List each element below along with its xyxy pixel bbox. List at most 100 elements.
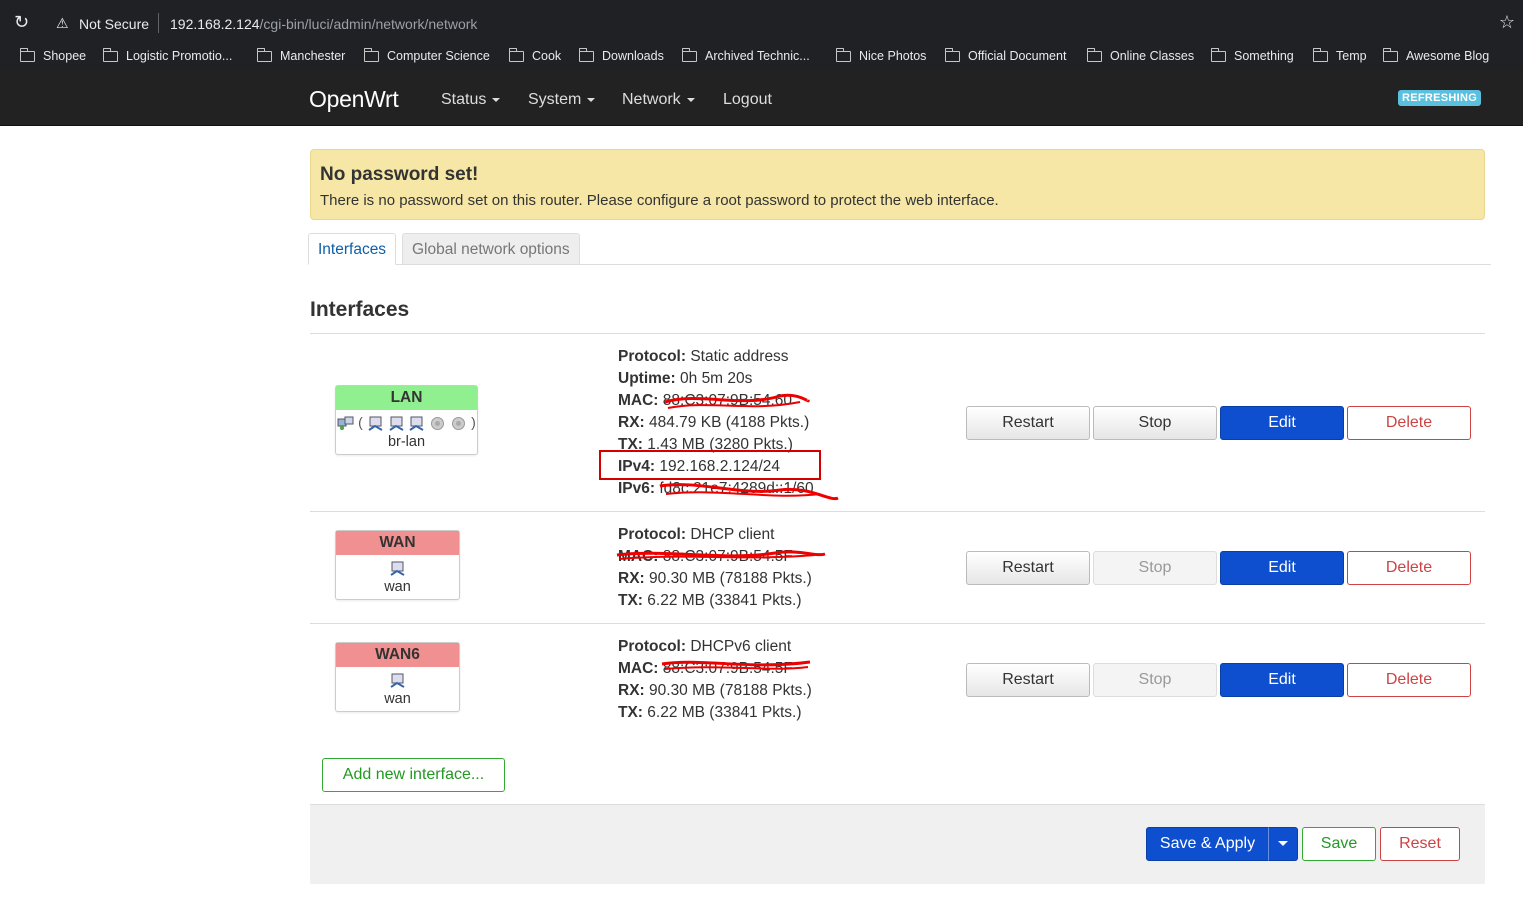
divider — [310, 623, 1485, 624]
bookmark-item[interactable]: Awesome Blog — [1382, 47, 1490, 63]
interface-info-wan6: Protocol: DHCPv6 client MAC: 88:C3:07:9B… — [618, 636, 812, 724]
bookmark-label: Manchester — [280, 49, 346, 63]
wireless-disabled-icon — [431, 416, 445, 430]
info-value: DHCPv6 client — [690, 638, 792, 655]
interface-name: WAN — [336, 531, 459, 555]
bookmark-label: Temp — [1336, 49, 1367, 63]
url-host: 192.168.2.124 — [170, 16, 260, 32]
bookmark-item[interactable]: Logistic Promotio... — [102, 47, 232, 63]
nav-label: Status — [441, 91, 487, 108]
edit-button[interactable]: Edit — [1220, 663, 1344, 697]
info-value: 88:C3:07:9B:54:5F — [662, 660, 793, 677]
refreshing-badge[interactable]: REFRESHING — [1398, 90, 1482, 106]
section-title: Interfaces — [310, 298, 410, 321]
save-button[interactable]: Save — [1302, 827, 1376, 861]
nav-logout[interactable]: Logout — [723, 91, 772, 109]
bookmark-item[interactable]: Cook — [508, 47, 562, 63]
browser-address-bar[interactable]: ↻ ⚠ Not Secure 192.168.2.124/cgi-bin/luc… — [0, 0, 1523, 44]
bridge-icon — [337, 416, 354, 430]
tab-interfaces[interactable]: Interfaces — [308, 233, 397, 265]
bookmark-item[interactable]: Archived Technic... — [681, 47, 810, 63]
bookmark-item[interactable]: Online Classes — [1086, 47, 1195, 63]
save-apply-dropdown[interactable] — [1268, 827, 1298, 861]
info-label: Protocol: — [618, 526, 687, 543]
nav-network[interactable]: Network — [622, 91, 695, 109]
caret-down-icon — [1278, 841, 1288, 847]
bookmark-item[interactable]: Manchester — [256, 47, 346, 63]
info-label: MAC: — [618, 660, 659, 677]
device-name: wan — [384, 691, 411, 707]
caret-down-icon — [492, 97, 501, 102]
folder-icon — [835, 47, 851, 62]
security-label[interactable]: Not Secure — [79, 16, 149, 32]
bookmarks-bar: Shopee Logistic Promotio... Manchester C… — [0, 44, 1523, 70]
bookmark-label: Online Classes — [1110, 49, 1195, 63]
bookmark-label: Downloads — [602, 49, 664, 63]
ethernet-port-icon — [368, 416, 383, 431]
bookmark-item[interactable]: Downloads — [578, 47, 664, 63]
top-navbar: OpenWrt Status System Network Logout REF… — [0, 70, 1523, 126]
paren-close: ) — [471, 414, 476, 430]
reset-button[interactable]: Reset — [1380, 827, 1460, 861]
ethernet-port-icon — [388, 416, 404, 431]
caret-down-icon — [587, 97, 596, 102]
bookmark-item[interactable]: Nice Photos — [835, 47, 927, 63]
interface-info-wan: Protocol: DHCP client MAC: 88:C3:07:9B:5… — [618, 524, 812, 612]
info-tx: TX: 6.22 MB (33841 Pkts.) — [618, 702, 812, 724]
bookmark-item[interactable]: Official Document — [944, 47, 1067, 63]
paren-open: ( — [358, 414, 363, 430]
info-label: Uptime: — [618, 370, 676, 387]
info-mac: MAC: 88:C3:07:9B:54:5F — [618, 658, 812, 680]
nav-label: Network — [622, 91, 681, 108]
info-rx: RX: 90.30 MB (78188 Pkts.) — [618, 568, 812, 590]
interface-name: WAN6 — [336, 643, 459, 667]
edit-button[interactable]: Edit — [1220, 551, 1344, 585]
delete-button[interactable]: Delete — [1347, 663, 1471, 697]
restart-button[interactable]: Restart — [966, 406, 1090, 440]
bookmark-label: Official Document — [968, 49, 1067, 63]
ethernet-port-icon — [390, 561, 405, 576]
url-path: /cgi-bin/luci/admin/network/network — [259, 16, 478, 32]
restart-button[interactable]: Restart — [966, 663, 1090, 697]
info-tx: TX: 6.22 MB (33841 Pkts.) — [618, 590, 812, 612]
info-label: Protocol: — [618, 638, 687, 655]
brand-logo[interactable]: OpenWrt — [309, 86, 399, 113]
ethernet-port-icon — [390, 673, 405, 688]
alert-title: No password set! — [320, 164, 479, 185]
bookmark-item[interactable]: Something — [1210, 47, 1294, 63]
folder-icon — [363, 47, 379, 62]
folder-icon — [102, 47, 118, 62]
edit-button[interactable]: Edit — [1220, 406, 1344, 440]
bookmark-label: Cook — [532, 49, 562, 63]
warning-icon: ⚠ — [56, 15, 69, 31]
info-value: 90.30 MB (78188 Pkts.) — [649, 682, 812, 699]
bookmark-item[interactable]: Shopee — [19, 47, 86, 63]
info-rx: RX: 484.79 KB (4188 Pkts.) — [618, 412, 814, 434]
bookmark-label: Awesome Blog — [1406, 49, 1490, 63]
stop-button[interactable]: Stop — [1093, 551, 1217, 585]
reload-icon[interactable]: ↻ — [14, 13, 32, 31]
info-value: fd8c:21e7:4289d::1/60 — [659, 480, 814, 497]
nav-system[interactable]: System — [528, 91, 596, 109]
nav-status[interactable]: Status — [441, 91, 501, 109]
bookmark-item[interactable]: Temp — [1312, 47, 1367, 63]
folder-icon — [1210, 47, 1226, 62]
folder-icon — [944, 47, 960, 62]
tab-global-network-options[interactable]: Global network options — [402, 233, 580, 265]
stop-button[interactable]: Stop — [1093, 663, 1217, 697]
delete-button[interactable]: Delete — [1347, 551, 1471, 585]
bookmark-label: Nice Photos — [859, 49, 927, 63]
folder-icon — [681, 47, 697, 62]
info-ipv6: IPv6: fd8c:21e7:4289d::1/60 — [618, 478, 814, 500]
stop-button[interactable]: Stop — [1093, 406, 1217, 440]
delete-button[interactable]: Delete — [1347, 406, 1471, 440]
add-new-interface-button[interactable]: Add new interface... — [322, 758, 505, 792]
info-protocol: Protocol: DHCPv6 client — [618, 636, 812, 658]
save-apply-button[interactable]: Save & Apply — [1146, 827, 1269, 861]
bookmark-item[interactable]: Computer Science — [363, 47, 490, 63]
url-text[interactable]: 192.168.2.124/cgi-bin/luci/admin/network… — [170, 16, 477, 32]
bookmark-star-icon[interactable]: ☆ — [1499, 12, 1515, 33]
restart-button[interactable]: Restart — [966, 551, 1090, 585]
info-label: TX: — [618, 704, 643, 721]
divider — [310, 333, 1485, 334]
